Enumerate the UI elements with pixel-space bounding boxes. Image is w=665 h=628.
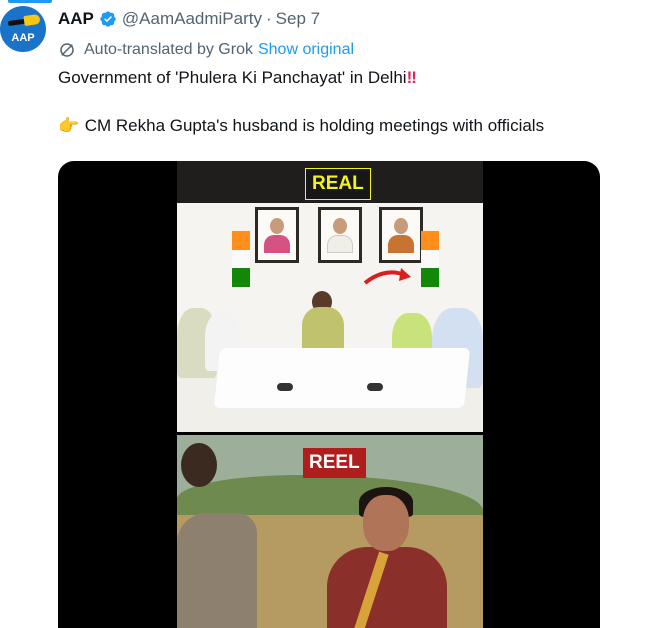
- post-date[interactable]: Sep 7: [276, 9, 320, 29]
- tweet-line-1-text: Government of 'Phulera Ki Panchayat' in …: [58, 68, 407, 87]
- woman-face: [363, 495, 409, 551]
- translation-notice: Auto-translated by Grok Show original: [58, 40, 354, 60]
- user-handle[interactable]: @AamAadmiParty: [122, 9, 262, 29]
- tweet-line-2-text: CM Rekha Gupta's husband is holding meet…: [84, 116, 545, 135]
- man-head: [181, 443, 217, 487]
- red-arrow-icon: [363, 268, 411, 285]
- tweet-media-video[interactable]: REAL REEL: [58, 161, 600, 628]
- avatar-text: AAP: [11, 32, 35, 44]
- portrait-frame: [318, 207, 362, 263]
- double-exclamation-emoji-icon: ‼: [406, 68, 417, 87]
- pointing-right-hand-icon: 👉: [58, 116, 80, 135]
- label-real: REAL: [305, 168, 371, 200]
- top-accent-strip: [8, 0, 52, 3]
- indian-flag: [421, 231, 439, 287]
- tweet-line-2: 👉 CM Rekha Gupta's husband is holding me…: [58, 114, 658, 138]
- tweet-line-1: Government of 'Phulera Ki Panchayat' in …: [58, 66, 658, 90]
- verified-badge-icon[interactable]: [99, 10, 117, 28]
- man-figure: [177, 513, 257, 628]
- indian-flag: [232, 231, 250, 287]
- portrait-frame: [379, 207, 423, 263]
- translate-icon: [60, 43, 74, 57]
- portrait-frame: [255, 207, 299, 263]
- translation-label: Auto-translated by Grok: [84, 41, 253, 58]
- reel-scene-image: REEL: [177, 435, 483, 628]
- microphone: [367, 383, 383, 391]
- video-top-bar: REAL: [177, 161, 483, 203]
- meeting-table: [213, 348, 471, 408]
- separator-dot: ·: [265, 9, 272, 28]
- show-original-link[interactable]: Show original: [258, 41, 354, 59]
- avatar[interactable]: AAP: [0, 6, 46, 52]
- meeting-person: [302, 307, 344, 353]
- display-name[interactable]: AAP: [58, 9, 94, 29]
- tweet-header: AAP @AamAadmiParty · Sep 7: [58, 8, 320, 30]
- tweet-text: Government of 'Phulera Ki Panchayat' in …: [58, 66, 658, 138]
- label-reel: REEL: [303, 448, 366, 478]
- real-meeting-image: [177, 203, 483, 432]
- broom-head-icon: [23, 13, 41, 27]
- microphone: [277, 383, 293, 391]
